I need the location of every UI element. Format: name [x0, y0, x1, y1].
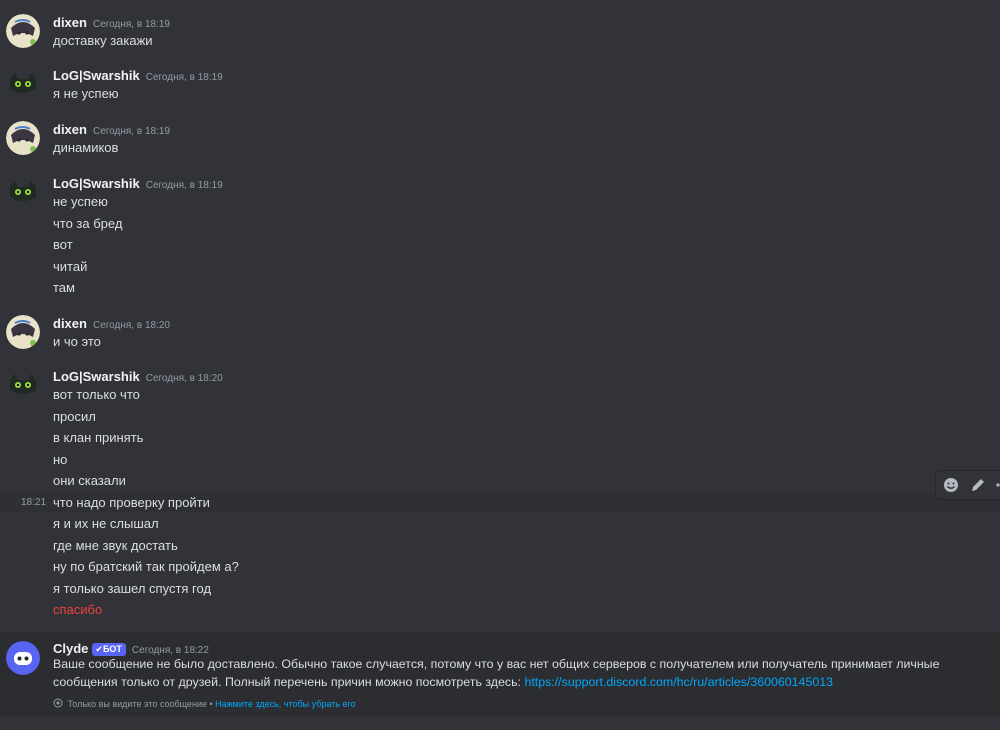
message-text-part: сообщения только от друзей. Полный переч… [53, 675, 525, 689]
username[interactable]: LoG|Swarshik [53, 68, 140, 83]
message-text: но [53, 452, 68, 467]
message-text: Ваше сообщение не было доставлено. Обычн… [53, 657, 940, 671]
message-text: они сказали [53, 473, 126, 488]
timestamp: Сегодня, в 18:19 [92, 19, 170, 30]
dixen-avatar[interactable] [6, 121, 40, 155]
timestamp: Сегодня, в 18:19 [92, 126, 170, 137]
clyde-message: Clyde ✔БОТ Сегодня, в 18:22 Ваше сообщение… [0, 632, 1000, 716]
swarshik-avatar[interactable] [6, 67, 40, 101]
message-text: я только зашел спустя год [53, 581, 212, 596]
timestamp: Сегодня, в 18:20 [92, 320, 170, 331]
message-text: читай [53, 259, 88, 274]
message-text: просил [53, 409, 96, 424]
add-reaction-icon[interactable] [942, 476, 960, 494]
username[interactable]: dixen [53, 15, 87, 30]
message-header: Clyde ✔БОТ Сегодня, в 18:22 [53, 640, 209, 658]
username[interactable]: LoG|Swarshik [53, 176, 140, 191]
support-link[interactable]: https://support.discord.com/hc/ru/articl… [524, 675, 833, 689]
username[interactable]: LoG|Swarshik [53, 369, 140, 384]
username[interactable]: Clyde [53, 641, 88, 656]
failed-message-text: спасибо [53, 602, 103, 617]
message-header: LoG|Swarshik Сегодня, в 18:19 [53, 67, 223, 85]
message-text: где мне звук достать [53, 538, 178, 553]
message-header: dixen Сегодня, в 18:19 [53, 14, 170, 32]
swarshik-avatar[interactable] [6, 368, 40, 402]
username[interactable]: dixen [53, 122, 87, 137]
dismiss-message-link[interactable]: Нажмите здесь, чтобы убрать его [215, 699, 355, 709]
username[interactable]: dixen [53, 316, 87, 331]
bot-badge: ✔БОТ [92, 643, 126, 656]
dixen-avatar[interactable] [6, 14, 40, 48]
edit-pencil-icon[interactable] [969, 476, 987, 494]
message-text: динамиков [53, 140, 119, 155]
chat-messages: dixen Сегодня, в 18:19 доставку закажи Lo… [0, 0, 1000, 730]
message-text: там [53, 280, 75, 295]
message-text: не успею [53, 194, 108, 209]
message-header: LoG|Swarshik Сегодня, в 18:19 [53, 175, 223, 193]
more-icon[interactable] [994, 476, 1000, 494]
timestamp: Сегодня, в 18:19 [145, 180, 223, 191]
message-text: я и их не слышал [53, 516, 159, 531]
message-text: вот [53, 237, 73, 252]
message-text: в клан принять [53, 430, 144, 445]
message-text: что за бред [53, 216, 123, 231]
message-toolbar [935, 470, 1000, 500]
bot-badge-label: БОТ [102, 644, 122, 654]
clyde-avatar[interactable] [6, 641, 40, 675]
hover-timestamp: 18:21 [21, 497, 47, 508]
eye-icon [53, 698, 68, 709]
message-text: доставку закажи [53, 33, 153, 48]
message-text: сообщения только от друзей. Полный переч… [53, 675, 833, 689]
message-text: ну по братский так пройдем а? [53, 559, 239, 574]
message-header: dixen Сегодня, в 18:19 [53, 121, 170, 139]
swarshik-avatar[interactable] [6, 175, 40, 209]
ephemeral-note-text: Только вы видите это сообщение • [67, 699, 216, 709]
message-text: вот только что [53, 387, 140, 402]
message-text: что надо проверку пройти [53, 495, 210, 510]
timestamp: Сегодня, в 18:22 [131, 645, 209, 656]
message-header: LoG|Swarshik Сегодня, в 18:20 [53, 368, 223, 386]
message-text: и чо это [53, 334, 101, 349]
message-text: я не успею [53, 86, 119, 101]
timestamp: Сегодня, в 18:19 [145, 72, 223, 83]
dixen-avatar[interactable] [6, 315, 40, 349]
message-header: dixen Сегодня, в 18:20 [53, 315, 170, 333]
ephemeral-note: Только вы видите это сообщение • Нажмите… [53, 698, 356, 709]
timestamp: Сегодня, в 18:20 [145, 373, 223, 384]
verified-check-icon: ✔ [95, 644, 103, 654]
